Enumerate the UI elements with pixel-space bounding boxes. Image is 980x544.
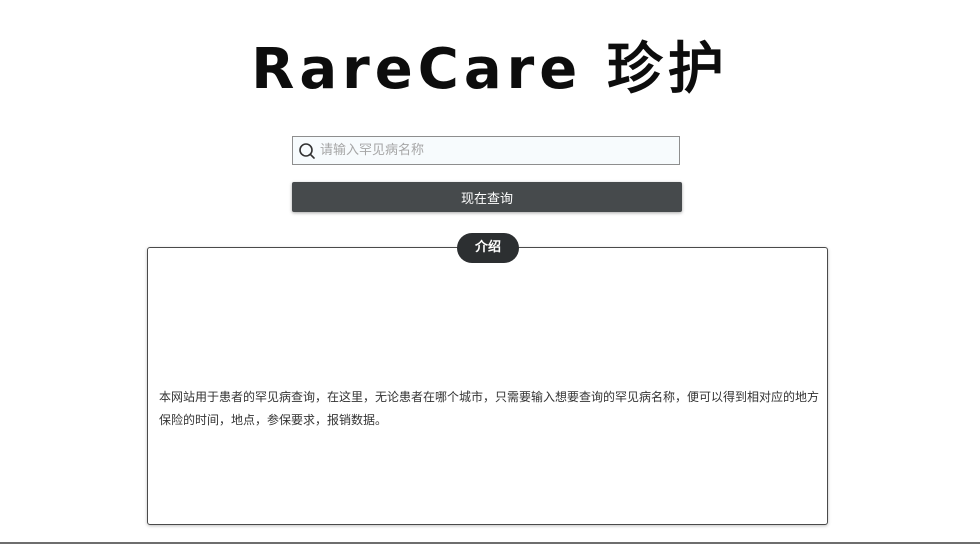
intro-badge: 介绍 bbox=[457, 233, 519, 263]
intro-panel: 本网站用于患者的罕见病查询，在这里，无论患者在哪个城市，只需要输入想要查询的罕见… bbox=[147, 247, 828, 525]
search-box[interactable] bbox=[292, 136, 680, 165]
query-now-button[interactable]: 现在查询 bbox=[292, 182, 682, 212]
intro-text: 本网站用于患者的罕见病查询，在这里，无论患者在哪个城市，只需要输入想要查询的罕见… bbox=[159, 390, 820, 427]
site-logo: RareCare 珍护 bbox=[251, 37, 729, 102]
search-input[interactable] bbox=[316, 137, 679, 164]
search-icon bbox=[299, 142, 315, 159]
